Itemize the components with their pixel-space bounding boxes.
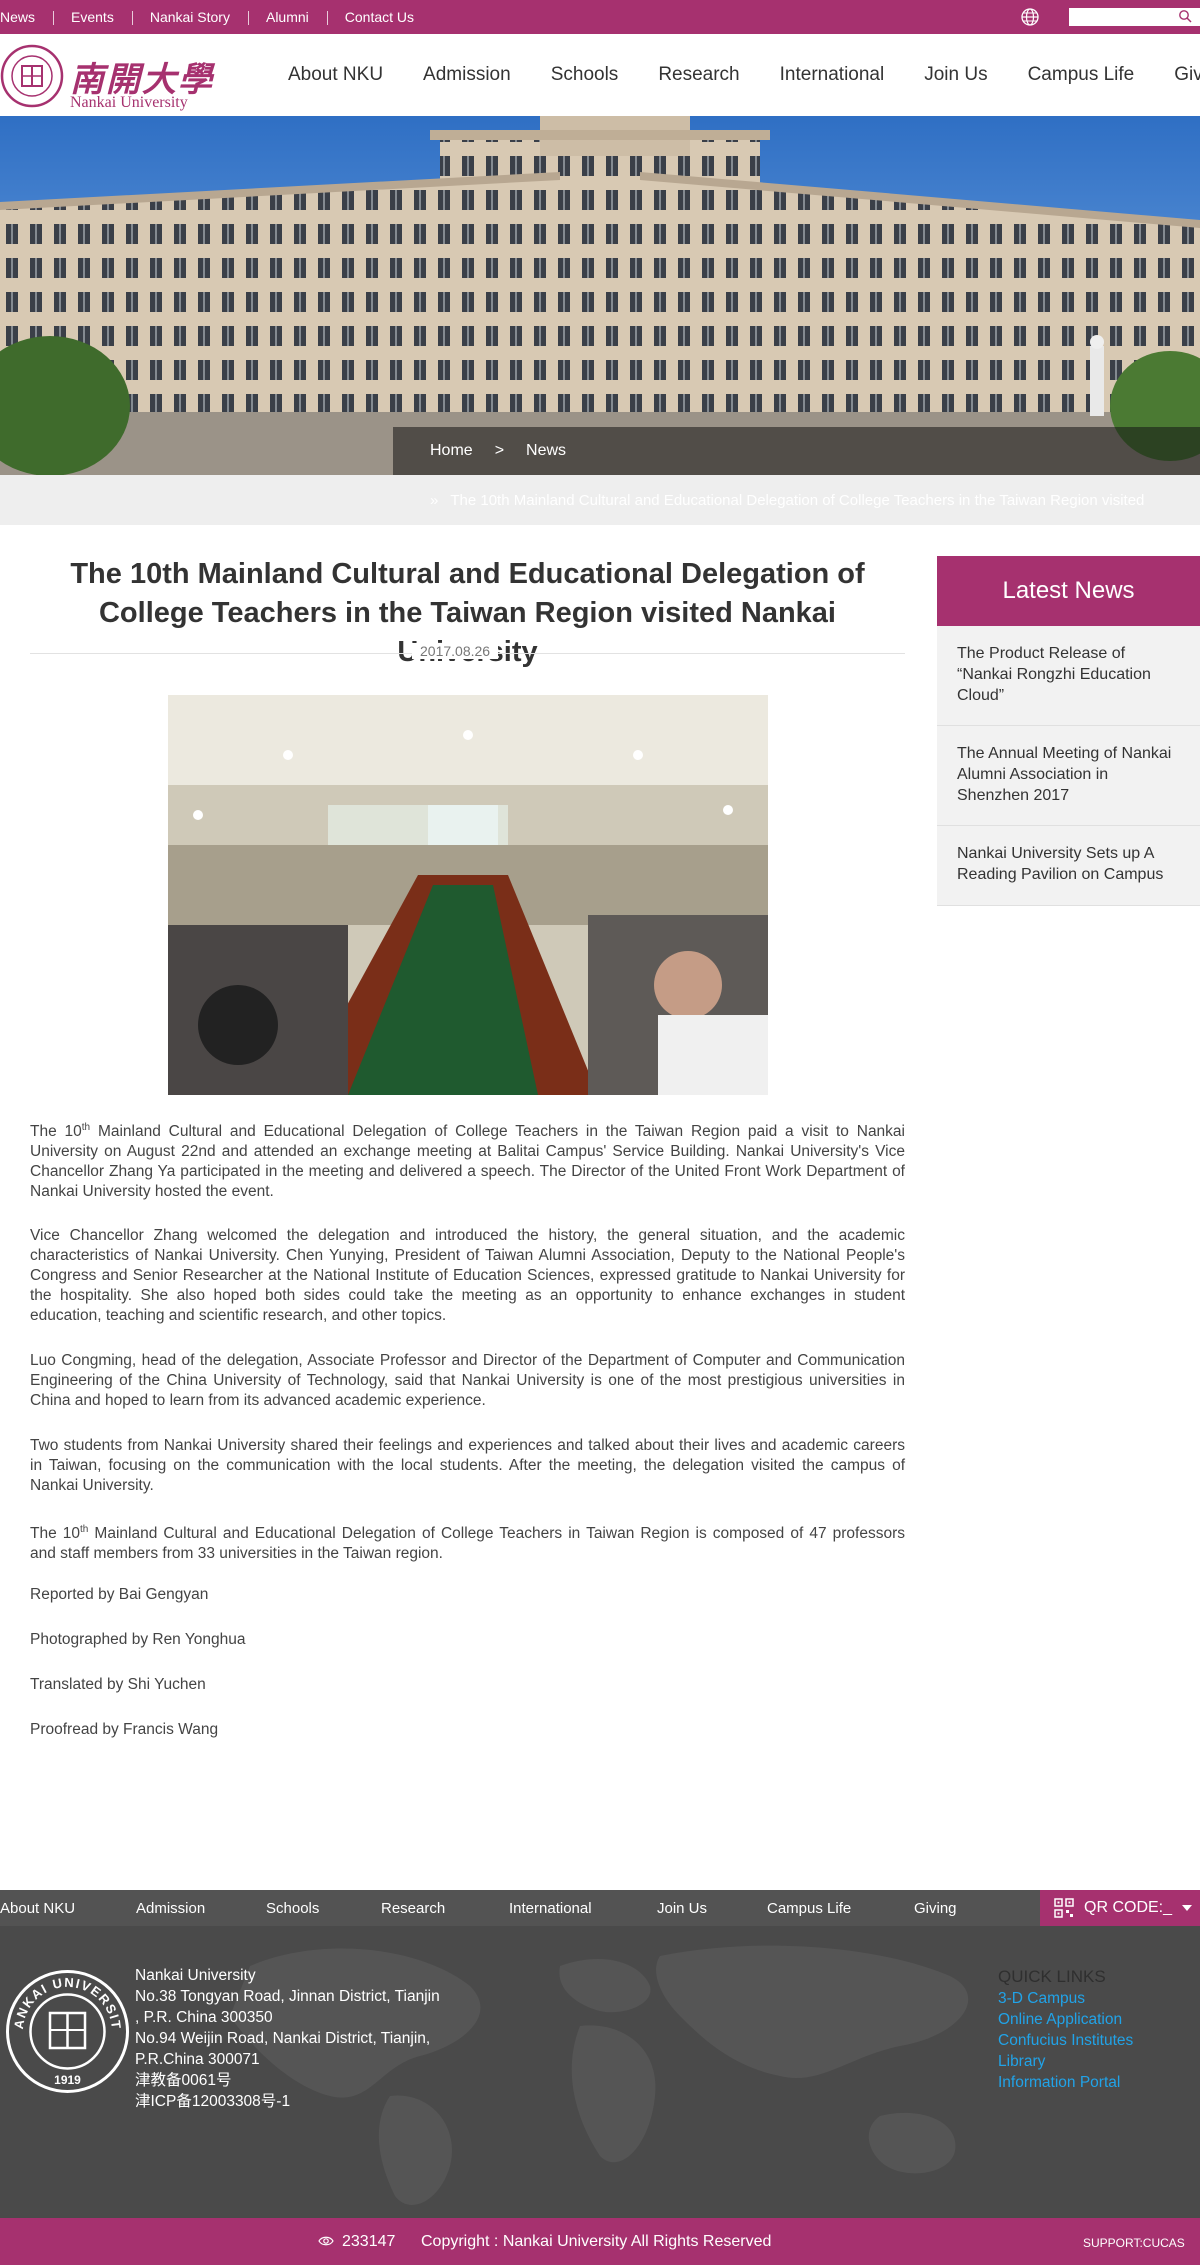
nav-about-nku[interactable]: About NKU xyxy=(288,64,383,86)
quick-link-confucius-institutes[interactable]: Confucius Institutes xyxy=(998,2030,1133,2051)
main-nav: About NKU Admission Schools Research Int… xyxy=(288,34,1200,116)
campus-banner-image xyxy=(0,116,1200,475)
nav-campus-life[interactable]: Campus Life xyxy=(1028,64,1135,86)
nav-admission[interactable]: Admission xyxy=(423,64,511,86)
quick-link-information-portal[interactable]: Information Portal xyxy=(998,2072,1133,2093)
footer-nav-giving[interactable]: Giving xyxy=(914,1900,957,1917)
credit-reported: Reported by Bai Gengyan xyxy=(30,1586,209,1603)
latest-news-list: The Product Release of “Nankai Rongzhi E… xyxy=(937,626,1200,906)
top-link-events[interactable]: Events xyxy=(53,9,132,25)
top-link-contact-us[interactable]: Contact Us xyxy=(326,9,432,25)
top-link-alumni[interactable]: Alumni xyxy=(247,9,327,25)
support-link[interactable]: SUPPORT:CUCAS xyxy=(1083,2236,1185,2250)
search-icon[interactable] xyxy=(1178,9,1192,23)
footer-nav-join-us[interactable]: Join Us xyxy=(657,1900,707,1917)
top-link-news[interactable]: News xyxy=(0,9,53,25)
quick-link-library[interactable]: Library xyxy=(998,2051,1133,2072)
footer-nav-international[interactable]: International xyxy=(509,1900,592,1917)
logo-english-name: Nankai University xyxy=(70,94,188,111)
address-line: No.38 Tongyan Road, Jinnan District, Tia… xyxy=(135,1988,440,2005)
quick-link-online-application[interactable]: Online Application xyxy=(998,2009,1133,2030)
address-line[interactable]: 津ICP备12003308号-1 xyxy=(135,2091,440,2112)
article-paragraph-1: The 10th Mainland Cultural and Education… xyxy=(30,1118,905,1202)
breadcrumb-news[interactable]: News xyxy=(526,442,566,460)
globe-icon[interactable] xyxy=(1020,7,1040,27)
p1-superscript: th xyxy=(81,1122,91,1133)
article-paragraph-5: The 10th Mainland Cultural and Education… xyxy=(30,1520,905,1564)
university-seal-icon: NANKAI UNIVERSITY 1919 xyxy=(5,1969,129,2093)
latest-news-item-3[interactable]: Nankai University Sets up A Reading Pavi… xyxy=(937,826,1200,906)
nav-join-us[interactable]: Join Us xyxy=(924,64,987,86)
nav-schools[interactable]: Schools xyxy=(551,64,619,86)
p1-text-a: The 10 xyxy=(30,1123,82,1141)
nav-research[interactable]: Research xyxy=(658,64,739,86)
footer-address: Nankai University No.38 Tongyan Road, Ji… xyxy=(135,1965,440,2112)
top-link-nankai-story[interactable]: Nankai Story xyxy=(131,9,248,25)
trail-title: The 10th Mainland Cultural and Education… xyxy=(450,492,1145,509)
breadcrumb-separator: > xyxy=(494,442,505,459)
site-header: 南開大學 Nankai University About NKU Admissi… xyxy=(0,34,1200,116)
chevron-down-icon xyxy=(1182,1905,1192,1911)
footer-nav-about-nku[interactable]: About NKU xyxy=(0,1900,75,1917)
top-bar: News Events Nankai Story Alumni Contact … xyxy=(0,0,1200,34)
breadcrumb: Home > News xyxy=(393,427,1200,475)
footer-nav-campus-life[interactable]: Campus Life xyxy=(767,1900,851,1917)
latest-news-heading: Latest News xyxy=(937,556,1200,626)
nav-giving[interactable]: Giving xyxy=(1174,64,1200,86)
footer-nav-research[interactable]: Research xyxy=(381,1900,445,1917)
quick-links: 3-D Campus Online Application Confucius … xyxy=(998,1988,1133,2093)
quick-links-title: QUICK LINKS xyxy=(998,1967,1106,1986)
copyright-text: Copyright : Nankai University All Rights… xyxy=(421,2233,772,2250)
seal-text-top: NANKAI UNIVERSITY xyxy=(5,1969,123,2031)
qr-code-dropdown[interactable]: QR CODE:_ xyxy=(1040,1890,1200,1926)
article-date: 2017.08.26 xyxy=(412,643,499,659)
address-line: , P.R. China 300350 xyxy=(135,2009,273,2026)
quick-link-3d-campus[interactable]: 3-D Campus xyxy=(998,1988,1133,2009)
visit-counter: 233147 xyxy=(342,2233,396,2250)
credit-proofread: Proofread by Francis Wang xyxy=(30,1721,219,1738)
article-trail-bar: » The 10th Mainland Cultural and Educatio… xyxy=(0,475,1200,525)
nav-international[interactable]: International xyxy=(780,64,885,86)
footer-nav: About NKU Admission Schools Research Int… xyxy=(0,1890,1200,1926)
credit-photographed: Photographed by Ren Yonghua xyxy=(30,1631,246,1648)
article-paragraph-3: Luo Congming, head of the delegation, As… xyxy=(30,1352,905,1409)
footer-nav-schools[interactable]: Schools xyxy=(266,1900,319,1917)
logo-seal-icon xyxy=(0,44,64,108)
p5-text-b: Mainland Cultural and Educational Delega… xyxy=(30,1525,905,1563)
svg-text:NANKAI UNIVERSITY: NANKAI UNIVERSITY xyxy=(5,1969,124,2031)
address-line: P.R.China 300071 xyxy=(135,2051,260,2068)
qr-code-icon xyxy=(1054,1898,1074,1918)
latest-news-item-2[interactable]: The Annual Meeting of Nankai Alumni Asso… xyxy=(937,726,1200,826)
article-trail-text: » The 10th Mainland Cultural and Educatio… xyxy=(430,492,1144,509)
copyright-bar: 233147 Copyright : Nankai University All… xyxy=(0,2218,1200,2265)
address-line: No.94 Weijin Road, Nankai District, Tian… xyxy=(135,2030,431,2047)
qr-code-label: QR CODE:_ xyxy=(1084,1899,1173,1916)
footer-nav-admission[interactable]: Admission xyxy=(136,1900,205,1917)
article-paragraph-4: Two students from Nankai University shar… xyxy=(30,1437,905,1494)
article-paragraph-2: Vice Chancellor Zhang welcomed the deleg… xyxy=(30,1227,905,1324)
top-nav: News Events Nankai Story Alumni Contact … xyxy=(0,0,432,34)
article-title-line1: The 10th Mainland Cultural and Education… xyxy=(70,558,865,590)
p5-text-a: The 10 xyxy=(30,1525,81,1543)
seal-year: 1919 xyxy=(54,2073,81,2087)
credit-translated: Translated by Shi Yuchen xyxy=(30,1676,206,1693)
address-line[interactable]: 津教备0061号 xyxy=(135,2070,440,2091)
p1-text-b: Mainland Cultural and Educational Delega… xyxy=(30,1123,905,1201)
trail-arrow: » xyxy=(430,492,439,509)
breadcrumb-home[interactable]: Home xyxy=(430,442,473,460)
meeting-photo xyxy=(168,695,768,1095)
logo[interactable]: 南開大學 Nankai University xyxy=(0,44,215,111)
address-line: Nankai University xyxy=(135,1967,256,1984)
eye-icon xyxy=(318,2236,334,2246)
latest-news-item-1[interactable]: The Product Release of “Nankai Rongzhi E… xyxy=(937,626,1200,726)
